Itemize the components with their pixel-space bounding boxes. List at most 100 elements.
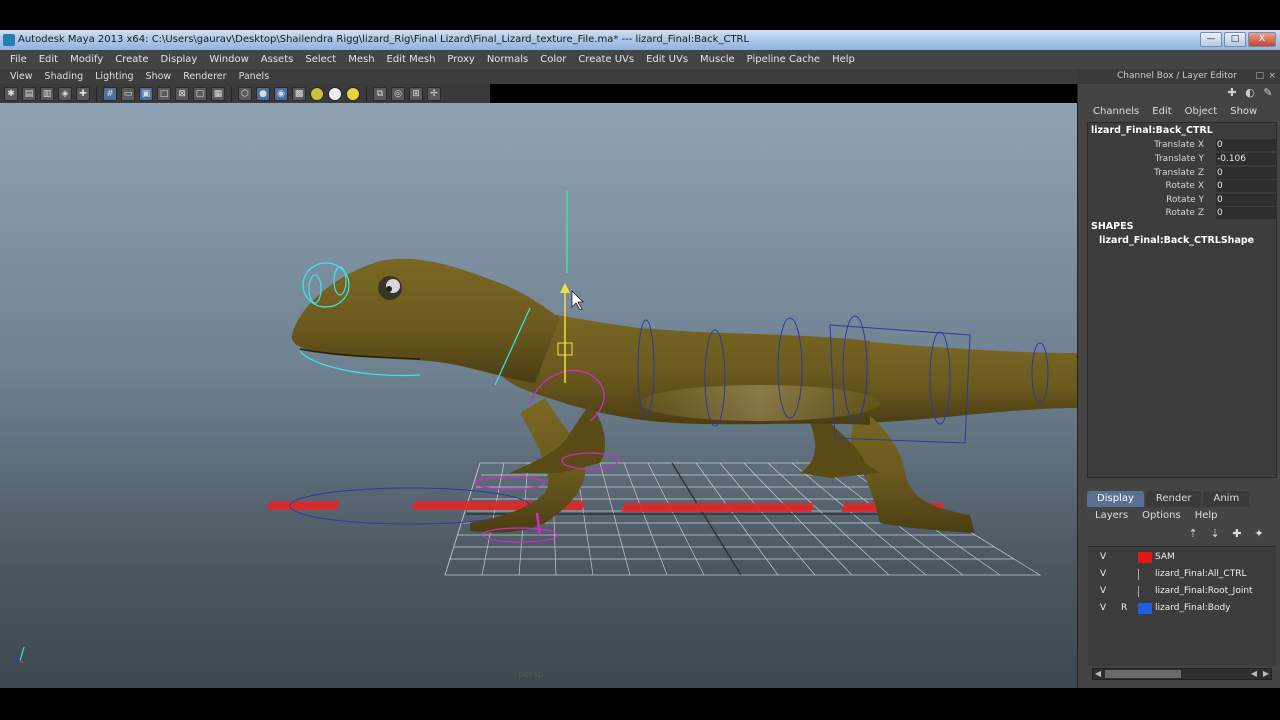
le-menu-layers[interactable]: Layers (1088, 508, 1135, 524)
cb-menu-edit[interactable]: Edit (1145, 104, 1177, 120)
panel-menu-view[interactable]: View (4, 71, 39, 82)
attr-row-rotate-x[interactable]: Rotate X 0 (1090, 180, 1276, 193)
xray-icon[interactable]: ◎ (391, 86, 405, 101)
new-layer-icon[interactable]: ✚ (1230, 527, 1244, 541)
layer-color-swatch[interactable] (1138, 569, 1152, 580)
attr-row-rotate-y[interactable]: Rotate Y 0 (1090, 194, 1276, 207)
move-layer-up-icon[interactable]: ⇡ (1186, 527, 1200, 541)
lizard-head[interactable] (291, 258, 560, 383)
tab-render[interactable]: Render (1145, 491, 1202, 507)
attr-value-field[interactable]: 0 (1216, 167, 1276, 179)
scroll-left-icon[interactable]: ◀ (1249, 669, 1259, 679)
layer-visibility-toggle[interactable]: V (1100, 600, 1106, 617)
panel-menu-lighting[interactable]: Lighting (89, 71, 139, 82)
layer-row-body[interactable]: V R lizard_Final:Body (1088, 600, 1276, 617)
panel-menu-renderer[interactable]: Renderer (177, 71, 232, 82)
all-lights-icon[interactable] (346, 86, 360, 101)
isolate-select-icon[interactable]: ⧉ (373, 86, 387, 101)
menu-assets[interactable]: Assets (255, 54, 300, 65)
menu-file[interactable]: File (4, 54, 33, 65)
shadows-icon[interactable] (328, 86, 342, 101)
perspective-viewport[interactable]: persp (0, 103, 1077, 688)
attr-value-field[interactable]: 0 (1216, 207, 1276, 219)
wireframe-on-shaded-icon[interactable]: ◉ (274, 86, 288, 101)
menu-edit-uvs[interactable]: Edit UVs (640, 54, 694, 65)
menu-color[interactable]: Color (534, 54, 572, 65)
attr-value-field[interactable]: -0.106 (1216, 153, 1276, 165)
camera-attributes-icon[interactable]: ▤ (22, 86, 36, 101)
bookmark-icon[interactable]: ▥ (40, 86, 54, 101)
attr-value-field[interactable]: 0 (1216, 194, 1276, 206)
layer-name[interactable]: lizard_Final:Root_Joint (1155, 583, 1253, 600)
tab-anim[interactable]: Anim (1203, 491, 1250, 507)
menu-create-uvs[interactable]: Create UVs (572, 54, 640, 65)
gate-mask-icon[interactable]: □ (157, 86, 171, 101)
select-camera-icon[interactable]: ✱ (4, 86, 18, 101)
wireframe-icon[interactable]: ⬡ (238, 86, 252, 101)
smooth-shade-icon[interactable]: ● (256, 86, 270, 101)
two-d-pan-icon[interactable]: ✚ (76, 86, 90, 101)
safe-action-icon[interactable]: ▢ (193, 86, 207, 101)
image-plane-icon[interactable]: ◈ (58, 86, 72, 101)
layer-visibility-toggle[interactable]: V (1100, 583, 1106, 600)
menu-window[interactable]: Window (203, 54, 254, 65)
layer-display-type[interactable]: R (1121, 600, 1127, 617)
attr-row-rotate-z[interactable]: Rotate Z 0 (1090, 207, 1276, 220)
menu-pipeline-cache[interactable]: Pipeline Cache (741, 54, 826, 65)
layer-visibility-toggle[interactable]: V (1100, 549, 1106, 566)
menu-modify[interactable]: Modify (64, 54, 109, 65)
layer-color-swatch[interactable] (1138, 603, 1152, 614)
layer-row-root-joint[interactable]: V lizard_Final:Root_Joint (1088, 583, 1276, 600)
minimize-button[interactable]: — (1200, 32, 1222, 47)
panel-close-icon[interactable]: × (1268, 69, 1276, 84)
attribute-editor-icon[interactable]: ◐ (1243, 86, 1257, 100)
xray-joints-icon[interactable]: ⊞ (409, 86, 423, 101)
menu-edit[interactable]: Edit (33, 54, 64, 65)
menu-mesh[interactable]: Mesh (342, 54, 380, 65)
layer-visibility-toggle[interactable]: V (1100, 566, 1106, 583)
layer-list-scrollbar[interactable]: ◀ ◀ ▶ (1092, 668, 1272, 680)
menu-edit-mesh[interactable]: Edit Mesh (381, 54, 442, 65)
layer-name[interactable]: SAM (1155, 549, 1175, 566)
menu-normals[interactable]: Normals (481, 54, 534, 65)
menu-help[interactable]: Help (826, 54, 861, 65)
panel-float-icon[interactable]: □ (1255, 69, 1264, 84)
attr-row-translate-z[interactable]: Translate Z 0 (1090, 167, 1276, 180)
channel-box-toggle-icon[interactable]: ✚ (1225, 86, 1239, 100)
selected-node-name[interactable]: lizard_Final:Back_CTRL (1091, 125, 1213, 136)
menu-display[interactable]: Display (154, 54, 203, 65)
tool-settings-icon[interactable]: ✎ (1261, 86, 1275, 100)
tab-display[interactable]: Display (1087, 491, 1144, 507)
scrollbar-thumb[interactable] (1105, 670, 1181, 678)
backface-icon[interactable]: ✢ (427, 86, 441, 101)
panel-menu-show[interactable]: Show (140, 71, 178, 82)
new-layer-selected-icon[interactable]: ✦ (1252, 527, 1266, 541)
textured-icon[interactable]: ▩ (292, 86, 306, 101)
shape-node-name[interactable]: lizard_Final:Back_CTRLShape (1099, 235, 1254, 246)
maximize-button[interactable]: □ (1224, 32, 1246, 47)
attr-row-translate-x[interactable]: Translate X 0 (1090, 139, 1276, 152)
safe-title-icon[interactable]: ▦ (211, 86, 225, 101)
panel-menu-panels[interactable]: Panels (233, 71, 276, 82)
layer-row-all-ctrl[interactable]: V lizard_Final:All_CTRL (1088, 566, 1276, 583)
le-menu-help[interactable]: Help (1188, 508, 1225, 524)
film-gate-icon[interactable]: ▭ (121, 86, 135, 101)
grid-icon[interactable]: # (103, 86, 117, 101)
default-lighting-icon[interactable] (310, 86, 324, 101)
le-menu-options[interactable]: Options (1135, 508, 1188, 524)
menu-muscle[interactable]: Muscle (694, 54, 741, 65)
menu-select[interactable]: Select (299, 54, 342, 65)
viewport-scene[interactable] (0, 103, 1077, 688)
scroll-right-icon[interactable]: ▶ (1261, 669, 1271, 679)
cb-menu-object[interactable]: Object (1178, 104, 1224, 120)
layer-color-swatch[interactable] (1138, 586, 1152, 597)
move-layer-down-icon[interactable]: ⇣ (1208, 527, 1222, 541)
layer-row-sam[interactable]: V SAM (1088, 549, 1276, 566)
resolution-gate-icon[interactable]: ▣ (139, 86, 153, 101)
lizard-tail[interactable] (860, 341, 1077, 423)
attr-row-translate-y[interactable]: Translate Y -0.106 (1090, 153, 1276, 166)
attr-value-field[interactable]: 0 (1216, 139, 1276, 151)
layer-name[interactable]: lizard_Final:All_CTRL (1155, 566, 1246, 583)
layer-color-swatch[interactable] (1138, 552, 1152, 563)
close-button[interactable]: X (1248, 32, 1276, 47)
